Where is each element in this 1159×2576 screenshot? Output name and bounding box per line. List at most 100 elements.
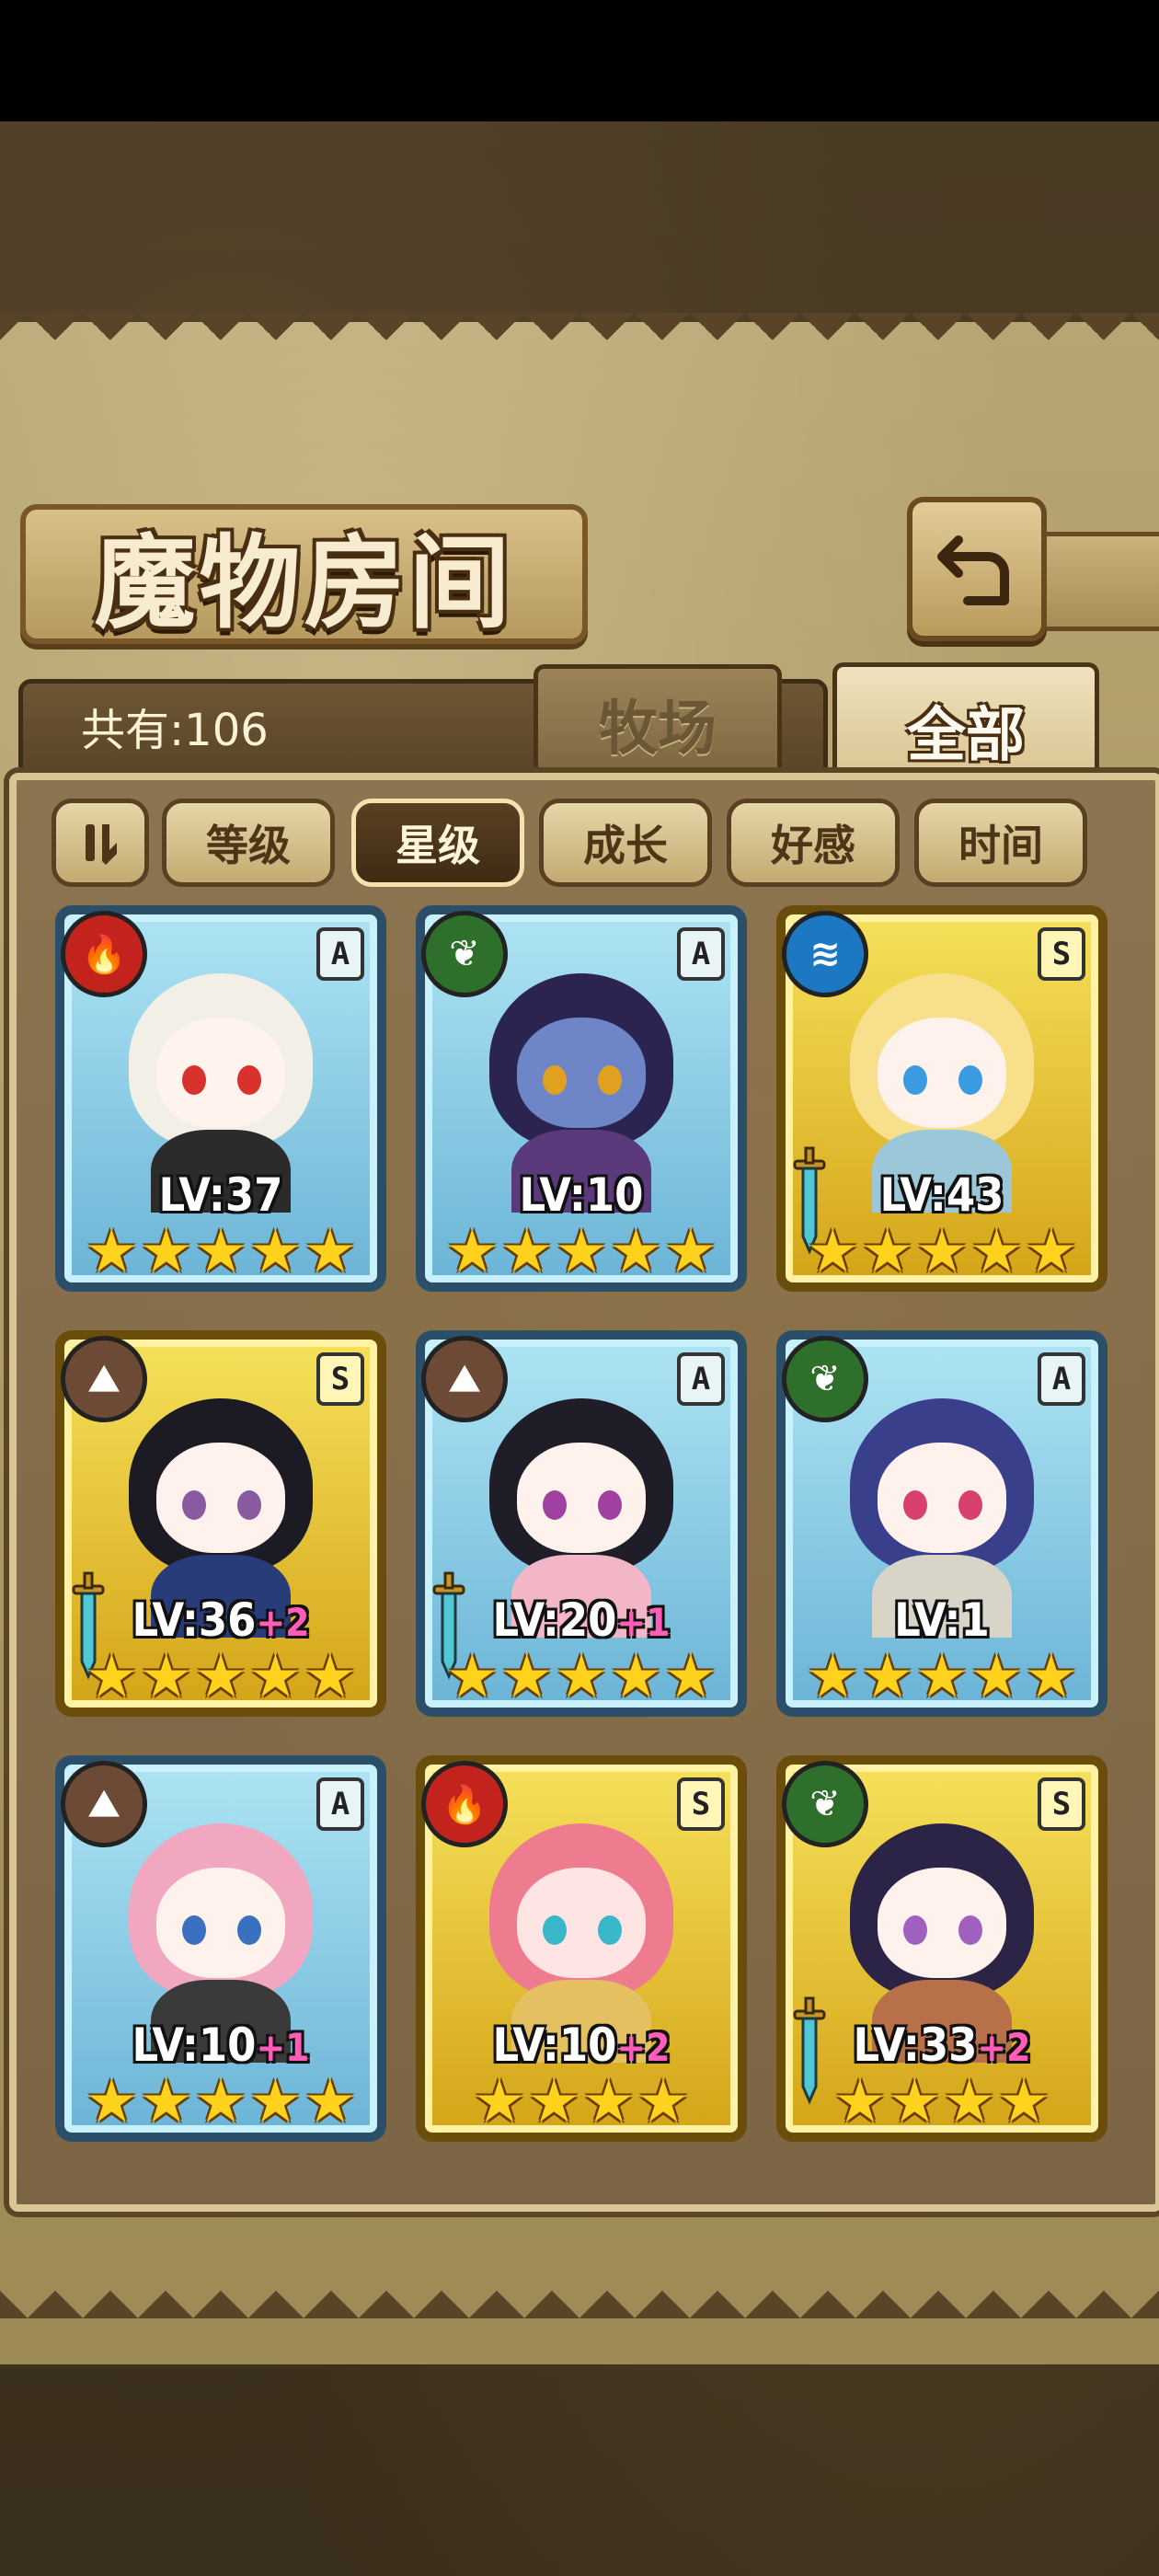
leaf-element-icon: ❦ bbox=[782, 1761, 868, 1847]
portrait-face bbox=[517, 1443, 646, 1553]
monster-card[interactable]: 🔥 A LV:37 ★ ★ ★ ★ ★ bbox=[55, 905, 386, 1292]
star-rating: ★ ★ ★ ★ ★ bbox=[446, 1643, 717, 1711]
sort-button-level[interactable]: 等级 bbox=[162, 799, 335, 887]
tab-ranch-label: 牧场 bbox=[599, 695, 717, 764]
sort-button-time-label: 时间 bbox=[958, 821, 1043, 870]
star-icon: ★ bbox=[833, 2068, 887, 2136]
level-value: LV:43 bbox=[879, 1168, 1004, 1222]
star-icon: ★ bbox=[860, 1643, 914, 1711]
level-value: LV:1 bbox=[894, 1593, 990, 1647]
star-icon: ★ bbox=[248, 1643, 303, 1711]
star-icon: ★ bbox=[85, 2068, 138, 2136]
star-rating: ★ ★ ★ ★ ★ bbox=[86, 2068, 357, 2136]
zigzag-border-top bbox=[0, 313, 1159, 368]
portrait-eye bbox=[182, 1490, 206, 1520]
star-icon: ★ bbox=[445, 1643, 499, 1711]
level-plus: +2 bbox=[256, 1600, 310, 1645]
leaf-element-icon: ❦ bbox=[782, 1336, 868, 1422]
monster-card[interactable]: ⛰ A LV:20+1 ★ ★ ★ ★ ★ bbox=[416, 1330, 747, 1717]
star-icon: ★ bbox=[555, 1643, 608, 1711]
back-button[interactable] bbox=[907, 497, 1047, 641]
sort-button-level-label: 等级 bbox=[206, 821, 291, 870]
portrait-face bbox=[156, 1018, 285, 1128]
tab-all-label: 全部 bbox=[907, 701, 1025, 770]
sort-button-stars[interactable]: 星级 bbox=[351, 799, 524, 887]
star-rating: ★ ★ ★ ★ ★ bbox=[807, 1643, 1078, 1711]
earth-element-icon: ⛰ bbox=[61, 1336, 147, 1422]
portrait-face bbox=[517, 1868, 646, 1978]
portrait-eye bbox=[182, 1915, 206, 1945]
monster-card[interactable]: 🔥 S LV:10+2 ★ ★ ★ ★ bbox=[416, 1755, 747, 2142]
earth-element-icon: ⛰ bbox=[421, 1336, 508, 1422]
star-rating: ★ ★ ★ ★ bbox=[813, 2070, 1071, 2134]
leaf-element-icon: ❦ bbox=[421, 911, 508, 997]
portrait-face bbox=[878, 1018, 1006, 1128]
rank-badge: A bbox=[1038, 1352, 1085, 1406]
rank-badge: A bbox=[677, 1352, 725, 1406]
rank-badge: A bbox=[316, 1777, 364, 1831]
star-icon: ★ bbox=[1025, 1643, 1078, 1711]
bottom-area bbox=[0, 2381, 1159, 2576]
monster-card[interactable]: ≋ S LV:43 ★ ★ ★ ★ ★ bbox=[776, 905, 1107, 1292]
level-label: LV:33+2 bbox=[786, 2018, 1098, 2072]
level-value: LV:37 bbox=[158, 1168, 283, 1222]
sort-order-toggle[interactable] bbox=[52, 799, 149, 887]
level-label: LV:10 bbox=[425, 1168, 738, 1222]
level-value: LV:10 bbox=[492, 2018, 617, 2072]
star-icon: ★ bbox=[194, 1643, 247, 1711]
tab-ranch[interactable]: 牧场 bbox=[534, 664, 782, 779]
star-icon: ★ bbox=[915, 1218, 969, 1286]
sort-button-growth-label: 成长 bbox=[583, 821, 668, 870]
star-icon: ★ bbox=[85, 1218, 138, 1286]
portrait-face bbox=[517, 1018, 646, 1128]
star-icon: ★ bbox=[970, 1643, 1024, 1711]
monster-card[interactable]: ❦ S LV:33+2 ★ ★ ★ ★ bbox=[776, 1755, 1107, 2142]
monster-card[interactable]: ⛰ A LV:10+1 ★ ★ ★ ★ ★ bbox=[55, 1755, 386, 2142]
pause-sort-icon bbox=[86, 824, 117, 865]
level-value: LV:36 bbox=[132, 1593, 257, 1647]
star-rating: ★ ★ ★ ★ ★ bbox=[807, 1218, 1078, 1286]
star-icon: ★ bbox=[860, 1218, 914, 1286]
monster-card[interactable]: ⛰ S LV:36+2 ★ ★ ★ ★ ★ bbox=[55, 1330, 386, 1717]
portrait-eye bbox=[598, 1065, 622, 1095]
sort-button-growth[interactable]: 成长 bbox=[539, 799, 712, 887]
return-arrow-icon bbox=[937, 535, 1009, 605]
level-value: LV:33 bbox=[853, 2018, 978, 2072]
status-bar bbox=[0, 0, 1159, 121]
star-icon: ★ bbox=[248, 1218, 303, 1286]
level-value: LV:10 bbox=[132, 2018, 257, 2072]
star-icon: ★ bbox=[194, 1218, 247, 1286]
star-icon: ★ bbox=[194, 2068, 247, 2136]
portrait-eye bbox=[598, 1490, 622, 1520]
sort-button-time[interactable]: 时间 bbox=[914, 799, 1087, 887]
star-icon: ★ bbox=[609, 1643, 663, 1711]
star-icon: ★ bbox=[888, 2068, 941, 2136]
level-plus: +2 bbox=[977, 2025, 1031, 2070]
star-icon: ★ bbox=[473, 2068, 526, 2136]
portrait-face bbox=[156, 1868, 285, 1978]
portrait-face bbox=[156, 1443, 285, 1553]
portrait-eye bbox=[543, 1065, 567, 1095]
portrait-eye bbox=[903, 1490, 927, 1520]
star-icon: ★ bbox=[997, 2068, 1050, 2136]
star-icon: ★ bbox=[139, 2068, 193, 2136]
zigzag-border-bottom bbox=[0, 2263, 1159, 2318]
star-icon: ★ bbox=[637, 2068, 690, 2136]
portrait-eye bbox=[543, 1915, 567, 1945]
star-icon: ★ bbox=[970, 1218, 1024, 1286]
star-icon: ★ bbox=[248, 2068, 303, 2136]
monster-card[interactable]: ❦ A LV:1 ★ ★ ★ ★ ★ bbox=[776, 1330, 1107, 1717]
sort-button-affection[interactable]: 好感 bbox=[727, 799, 900, 887]
star-rating: ★ ★ ★ ★ bbox=[453, 2070, 710, 2134]
level-value: LV:20 bbox=[492, 1593, 617, 1647]
monster-card[interactable]: ❦ A LV:10 ★ ★ ★ ★ ★ bbox=[416, 905, 747, 1292]
portrait-face bbox=[878, 1868, 1006, 1978]
portrait-eye bbox=[958, 1915, 982, 1945]
level-label: LV:37 bbox=[64, 1168, 377, 1222]
star-icon: ★ bbox=[664, 1643, 717, 1711]
star-icon: ★ bbox=[609, 1218, 663, 1286]
level-label: LV:36+2 bbox=[64, 1593, 377, 1647]
rank-badge: A bbox=[316, 927, 364, 981]
fire-element-icon: 🔥 bbox=[61, 911, 147, 997]
level-label: LV:1 bbox=[786, 1593, 1098, 1647]
